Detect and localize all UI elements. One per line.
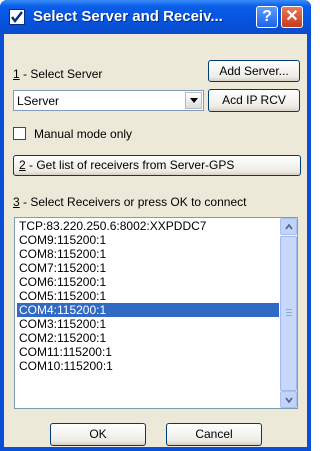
receiver-list-item[interactable]: COM11:115200:1	[17, 345, 279, 359]
receiver-list-item[interactable]: COM2:115200:1	[17, 331, 279, 345]
receiver-list-item[interactable]: COM9:115200:1	[17, 233, 279, 247]
receiver-list-item[interactable]: COM4:115200:1	[17, 303, 279, 317]
chevron-down-icon[interactable]	[185, 92, 202, 109]
select-server-label: 1 - Select Server	[13, 67, 103, 81]
receiver-list-items: TCP:83.220.250.6:8002:XXPDDC7 COM9:115200…	[17, 219, 279, 373]
receiver-list-item[interactable]: TCP:83.220.250.6:8002:XXPDDC7	[17, 219, 279, 233]
receiver-list-item[interactable]: COM6:115200:1	[17, 275, 279, 289]
window-title: Select Server and Receiv...	[33, 8, 223, 25]
receiver-list-item[interactable]: COM3:115200:1	[17, 317, 279, 331]
step2-number: 2	[19, 158, 26, 172]
server-select[interactable]: LServer	[13, 90, 204, 111]
add-ip-rcv-button[interactable]: Acd IP RCV	[208, 89, 300, 112]
select-receivers-label: 3 - Select Receivers or press OK to conn…	[13, 195, 247, 209]
manual-mode-label: Manual mode only	[34, 127, 133, 141]
receiver-list-item[interactable]: COM10:115200:1	[17, 359, 279, 373]
scroll-down-icon[interactable]	[280, 391, 297, 408]
scroll-thumb[interactable]	[280, 236, 297, 391]
add-server-button[interactable]: Add Server...	[208, 60, 300, 82]
manual-mode-checkbox[interactable]	[13, 127, 26, 140]
close-icon[interactable]: ✕	[281, 6, 303, 28]
dialog-window: Select Server and Receiv... ? ✕ 1 - Sele…	[0, 0, 311, 451]
app-check-icon	[9, 9, 25, 25]
get-receivers-button[interactable]: 2 - Get list of receivers from Server-GP…	[13, 155, 301, 176]
receiver-list-item[interactable]: COM5:115200:1	[17, 289, 279, 303]
receiver-list[interactable]: TCP:83.220.250.6:8002:XXPDDC7 COM9:115200…	[14, 217, 298, 409]
scroll-up-icon[interactable]	[280, 218, 297, 235]
cancel-button[interactable]: Cancel	[166, 423, 262, 446]
receiver-list-scrollbar[interactable]	[280, 218, 297, 408]
get-receivers-label: - Get list of receivers from Server-GPS	[25, 158, 235, 172]
ok-button[interactable]: OK	[50, 423, 146, 446]
receiver-list-item[interactable]: COM8:115200:1	[17, 247, 279, 261]
help-icon[interactable]: ?	[256, 6, 278, 28]
server-select-value: LServer	[17, 94, 60, 108]
receiver-list-item[interactable]: COM7:115200:1	[17, 261, 279, 275]
title-bar[interactable]: Select Server and Receiv... ? ✕	[0, 0, 311, 34]
